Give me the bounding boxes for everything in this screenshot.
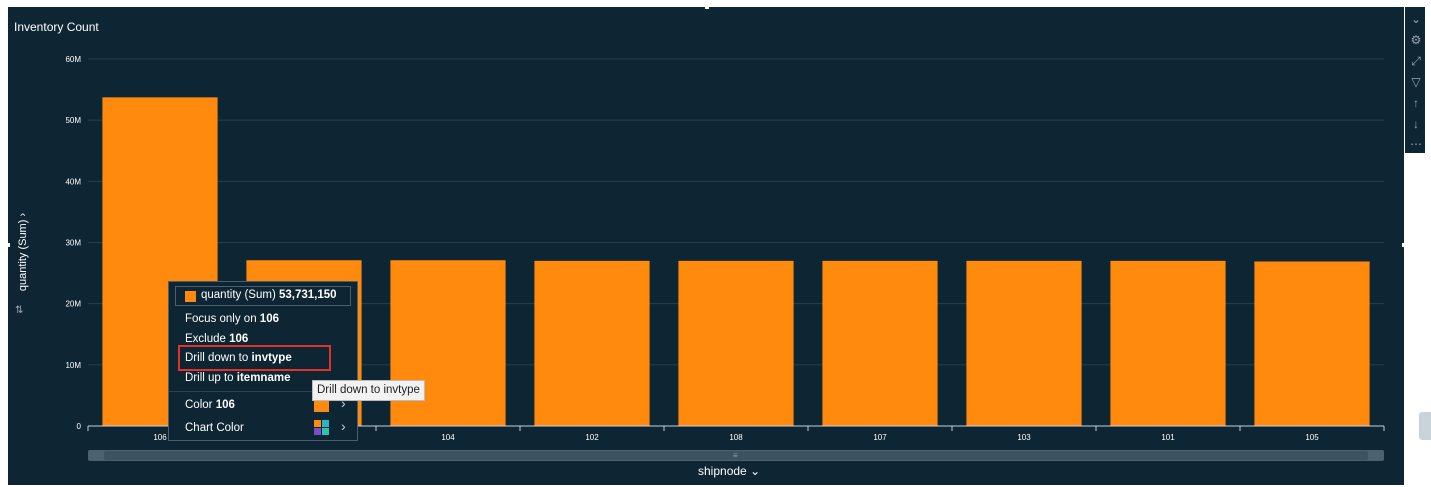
chevron-right-icon: › bbox=[17, 212, 29, 217]
side-panel-tab[interactable] bbox=[1419, 412, 1431, 440]
tooltip: Drill down to invtype bbox=[312, 380, 425, 401]
bar-104[interactable] bbox=[390, 260, 506, 426]
menu-item-chart-color[interactable]: Chart Color bbox=[185, 419, 244, 437]
exclude-value: 106 bbox=[229, 333, 249, 345]
y-axis-title-text: quantity (Sum) bbox=[17, 219, 29, 292]
x-axis-title-text: shipnode bbox=[698, 464, 747, 478]
menu-item-focus[interactable]: Focus only on 106 bbox=[185, 310, 279, 328]
focus-value: 106 bbox=[259, 313, 279, 325]
annotation-highlight-box bbox=[178, 345, 331, 371]
palette-icon[interactable] bbox=[314, 420, 330, 436]
bar-107[interactable] bbox=[822, 260, 938, 426]
series-value: 53,731,150 bbox=[278, 289, 337, 301]
menu-item-color[interactable]: Color 106 bbox=[185, 396, 235, 414]
x-tick-label: 104 bbox=[441, 433, 455, 442]
chevron-right-icon[interactable]: › bbox=[341, 418, 346, 434]
y-tick-label: 20M bbox=[65, 300, 81, 309]
y-tick-label: 0 bbox=[77, 422, 82, 431]
chevron-down-icon: ⌄ bbox=[750, 464, 761, 478]
exclude-prefix: Exclude bbox=[185, 333, 230, 345]
bar-103[interactable] bbox=[966, 260, 1082, 426]
menu-tooltip-header: quantity (Sum) 53,731,150 bbox=[175, 286, 351, 306]
visual-toolbar: ⌄ ⚙ ⤢ ▽ ↑ ↓ ⋯ bbox=[1404, 6, 1426, 154]
menu-item-drill-up[interactable]: Drill up to itemname bbox=[185, 369, 290, 387]
scrollbar-grip-icon: ≡ bbox=[733, 451, 738, 460]
x-tick-label: 107 bbox=[873, 433, 887, 442]
focus-prefix: Focus only on bbox=[185, 313, 260, 325]
collapse-icon[interactable]: ⌄ bbox=[1405, 10, 1427, 28]
bar-105[interactable] bbox=[1254, 261, 1370, 426]
color-value: 106 bbox=[215, 399, 235, 411]
bar-101[interactable] bbox=[1110, 260, 1226, 426]
x-tick-label: 101 bbox=[1161, 433, 1175, 442]
x-tick-label: 105 bbox=[1305, 433, 1319, 442]
y-tick-label: 60M bbox=[65, 55, 81, 64]
x-tick-label: 106 bbox=[153, 433, 167, 442]
more-icon[interactable]: ⋯ bbox=[1405, 135, 1427, 153]
arrow-up-icon[interactable]: ↑ bbox=[1405, 94, 1427, 112]
x-axis-title[interactable]: shipnode ⌄ bbox=[698, 464, 760, 478]
filter-icon[interactable]: ▽ bbox=[1405, 73, 1427, 91]
y-tick-label: 30M bbox=[65, 239, 81, 248]
y-tick-label: 40M bbox=[65, 177, 81, 186]
x-tick-label: 103 bbox=[1017, 433, 1031, 442]
arrow-down-icon[interactable]: ↓ bbox=[1405, 115, 1427, 133]
y-tick-label: 50M bbox=[65, 116, 81, 125]
expand-icon[interactable]: ⤢ bbox=[1405, 52, 1427, 70]
y-axis-title[interactable]: quantity (Sum) › bbox=[17, 207, 29, 297]
series-label: quantity (Sum) bbox=[201, 289, 276, 301]
y-tick-label: 10M bbox=[65, 361, 81, 370]
series-swatch bbox=[185, 291, 196, 302]
gear-icon[interactable]: ⚙ bbox=[1405, 31, 1427, 49]
color-prefix: Color bbox=[185, 399, 216, 411]
bar-102[interactable] bbox=[534, 260, 650, 426]
drillup-prefix: Drill up to bbox=[185, 372, 237, 384]
drillup-value: itemname bbox=[236, 372, 291, 384]
sort-icon[interactable]: ⇅ bbox=[15, 305, 23, 316]
x-tick-label: 102 bbox=[585, 433, 599, 442]
x-tick-label: 108 bbox=[729, 433, 743, 442]
bar-108[interactable] bbox=[678, 260, 794, 426]
